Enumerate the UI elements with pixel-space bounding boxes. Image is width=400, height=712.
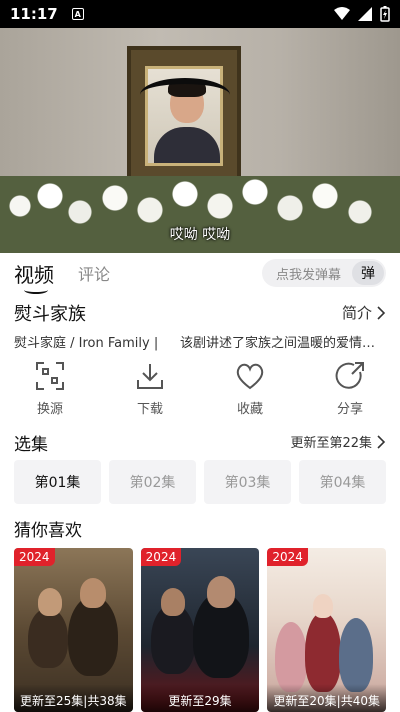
tab-video-label: 视频 [14,262,54,287]
year-badge: 2024 [267,548,308,566]
switch-source-button[interactable]: 换源 [0,360,100,420]
share-button[interactable]: 分享 [300,360,400,420]
danmu-toggle-button[interactable]: 弹 [352,261,384,285]
chevron-right-icon [377,305,386,320]
poster-face [38,588,62,616]
status-icons [334,6,390,22]
action-label: 收藏 [236,402,263,417]
show-meta: 熨斗家庭 / Iron Family | [14,336,159,351]
wifi-icon [334,7,350,20]
show-synopsis[interactable]: 该剧讲述了家族之间温暖的爱情… [180,332,375,351]
video-player[interactable]: 哎呦 哎呦 [0,28,400,253]
tabs-row: 视频 评论 点我发弹幕 弹 [0,253,400,294]
favorite-button[interactable]: 收藏 [200,360,300,420]
episode-item[interactable]: 第02集 [109,460,196,504]
download-icon [137,364,163,389]
heart-icon [236,363,264,390]
action-label: 分享 [336,402,363,417]
poster-figure [305,612,342,692]
video-subtitle: 哎呦 哎呦 [169,227,231,243]
poster-face [80,578,106,608]
status-bar: 11:17 A [0,0,400,28]
tab-video[interactable]: 视频 [14,259,54,294]
danmu-placeholder: 点我发弹幕 [276,267,342,283]
portrait-frame [127,46,241,186]
recommend-list: 2024 更新至25集|共38集 2024 更新至29集 2024 更新至20集… [14,548,387,712]
poster-figure [28,608,68,668]
episodes-more-link[interactable]: 更新至第22集 [290,432,386,451]
scan-icon [36,362,64,390]
tab-active-indicator [24,286,48,294]
year-badge: 2024 [140,548,182,566]
poster-figure [68,596,118,676]
card-caption: 更新至29集 [140,684,260,712]
download-button[interactable]: 下载 [100,360,200,420]
recommend-card[interactable]: 2024 更新至25集|共38集 [14,548,133,712]
episode-list: 第01集 第02集 第03集 第04集 [14,460,386,504]
chevron-right-icon [377,434,386,449]
episodes-title: 选集 [14,435,48,455]
notification-icon: A [71,8,84,20]
poster-face [313,594,334,618]
status-time: 11:17 [10,5,58,23]
recommend-card[interactable]: 2024 更新至20集|共40集 [267,548,387,712]
episodes-update-text: 更新至第22集 [290,436,372,451]
poster-face [160,588,185,616]
show-title: 熨斗家族 [14,304,86,325]
recommend-card[interactable]: 2024 更新至29集 [140,548,260,712]
poster-figure [275,622,308,692]
year-badge: 2024 [14,548,55,566]
card-caption: 更新至25集|共38集 [14,684,133,712]
intro-link[interactable]: 简介 [342,302,386,323]
signal-icon [358,7,372,21]
recommend-title: 猜你喜欢 [14,521,82,541]
action-label: 下载 [136,402,163,417]
battery-icon [380,6,390,22]
share-icon [335,362,364,389]
intro-label: 简介 [341,304,372,322]
poster-face [206,576,235,608]
poster-figure [339,618,374,692]
episode-item[interactable]: 第03集 [204,460,291,504]
tab-comment[interactable]: 评论 [78,261,110,285]
danmu-input[interactable]: 点我发弹幕 弹 [262,259,386,287]
action-bar: 换源 下载 收藏 分享 [0,360,400,420]
action-label: 换源 [36,402,63,417]
mourning-ribbon [140,78,230,112]
card-caption: 更新至20集|共40集 [267,684,387,712]
episode-item[interactable]: 第04集 [299,460,386,504]
episode-item[interactable]: 第01集 [14,460,101,504]
